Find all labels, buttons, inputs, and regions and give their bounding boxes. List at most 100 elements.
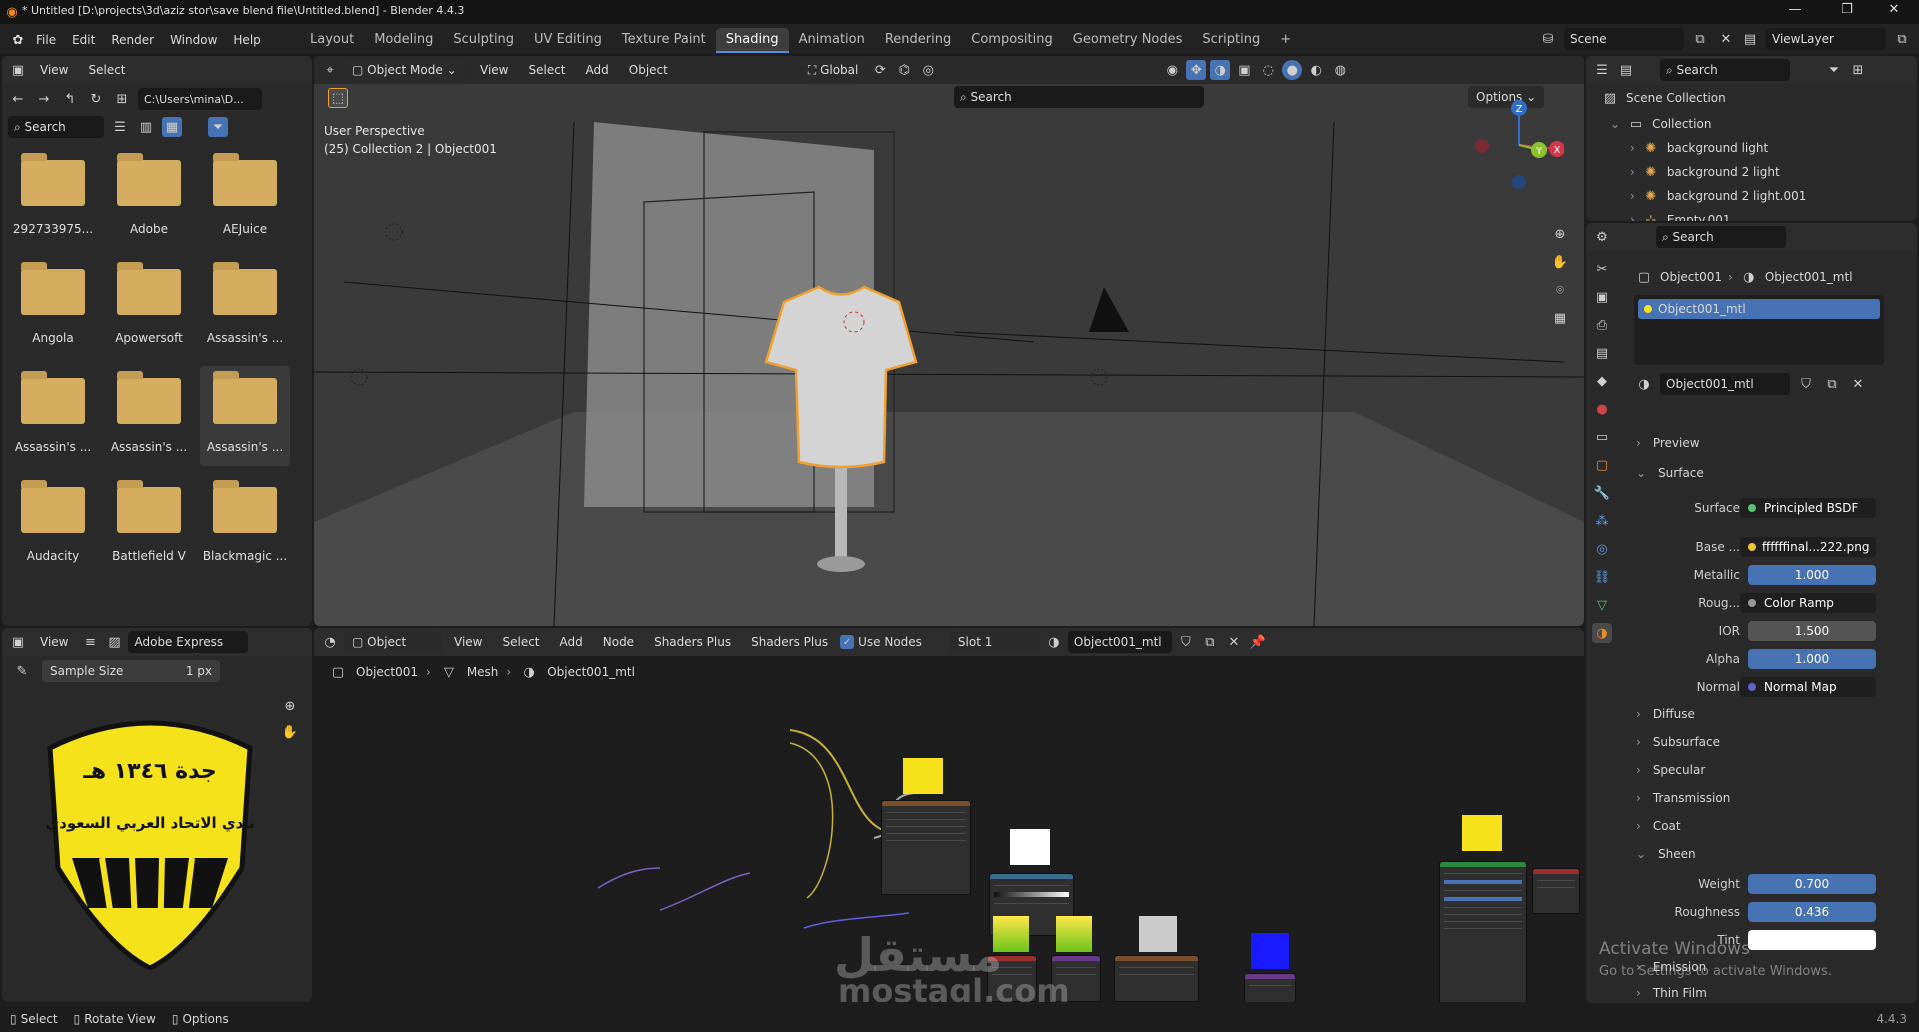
outliner-row-light[interactable]: ›✺background 2 light◉	[1586, 160, 1917, 184]
editor-type-icon[interactable]: ⌖	[320, 60, 340, 80]
scene-tab-icon[interactable]: ◆	[1592, 371, 1612, 391]
new-view-layer-icon[interactable]: ⧉	[1892, 29, 1912, 49]
world-tab-icon[interactable]: ●	[1592, 399, 1612, 419]
image-editor-view-menu[interactable]: View	[32, 635, 76, 649]
sheen-roughness-slider[interactable]: 0.436	[1748, 902, 1876, 922]
editor-type-icon[interactable]: ☰	[1592, 60, 1612, 80]
gizmo-neg-z[interactable]	[1512, 175, 1526, 189]
normal-image-texture-node[interactable]	[1114, 955, 1199, 1002]
outliner-row-scene[interactable]: ▨ Scene Collection	[1586, 84, 1917, 112]
menu-render[interactable]: Render	[103, 33, 162, 47]
unlink-icon[interactable]: ✕	[1848, 374, 1868, 394]
editor-type-icon[interactable]: ▣	[8, 60, 28, 80]
section-surface[interactable]: Surface	[1636, 466, 1704, 480]
tab-modeling[interactable]: Modeling	[364, 28, 443, 53]
list-view-icon[interactable]: ☰	[110, 117, 130, 137]
outliner-row-empty[interactable]: ›⊹Empty.001◉	[1586, 208, 1917, 222]
material-field[interactable]: Object001_mtl	[1660, 373, 1790, 395]
visibility-icon[interactable]: ◉	[1162, 60, 1182, 80]
section-diffuse[interactable]: Diffuse	[1636, 707, 1695, 721]
viewport-select-menu[interactable]: Select	[520, 63, 573, 77]
normal-map-node[interactable]	[1244, 973, 1296, 1002]
back-arrow-icon[interactable]: ←	[8, 89, 28, 109]
proportional-edit-icon[interactable]: ◎	[918, 60, 938, 80]
section-transmission[interactable]: Transmission	[1636, 791, 1731, 805]
overlay-toggle-icon[interactable]: ◑	[1210, 60, 1231, 80]
section-specular[interactable]: Specular	[1636, 763, 1705, 777]
material-output-node[interactable]	[1532, 868, 1580, 914]
display-mode-icon[interactable]: ▤	[1616, 60, 1636, 80]
fake-user-icon[interactable]: ⛉	[1796, 374, 1816, 394]
parent-dir-icon[interactable]: ↰	[60, 89, 80, 109]
thumbnail-view-icon[interactable]: ▦	[162, 117, 182, 137]
output-tab-icon[interactable]: ⎙	[1592, 315, 1612, 335]
data-tab-icon[interactable]: ▽	[1592, 595, 1612, 615]
surface-shader-field[interactable]: Principled BSDF	[1740, 498, 1876, 518]
viewport-view-menu[interactable]: View	[472, 63, 516, 77]
menu-edit[interactable]: Edit	[64, 33, 103, 47]
file-search-input[interactable]: ⌕ Search	[8, 116, 104, 138]
principled-bsdf-node[interactable]	[1439, 861, 1527, 1002]
forward-arrow-icon[interactable]: →	[34, 89, 54, 109]
menu-file[interactable]: File	[28, 33, 64, 47]
rendered-shading-icon[interactable]: ◍	[1330, 60, 1350, 80]
section-sheen[interactable]: Sheen	[1636, 847, 1696, 861]
folder-item[interactable]: Assassin's ...	[8, 366, 98, 466]
zoom-icon[interactable]: ⊕	[280, 696, 300, 716]
folder-item[interactable]: Adobe	[104, 148, 194, 248]
folder-item[interactable]: 292733975...	[8, 148, 98, 248]
pan-hand-icon[interactable]: ✋	[1550, 252, 1570, 272]
menu-help[interactable]: Help	[225, 33, 268, 47]
image-browse-icon[interactable]: ▨	[104, 632, 124, 652]
outliner-search-input[interactable]: ⌕ Search	[1660, 59, 1790, 81]
image-texture-node[interactable]	[881, 800, 971, 895]
folder-item[interactable]: Audacity	[8, 475, 98, 575]
folder-item-selected[interactable]: Assassin's ...	[200, 366, 290, 466]
pivot-icon[interactable]: ⟳	[870, 60, 890, 80]
path-field[interactable]: C:\Users\mina\D...	[138, 88, 262, 110]
tool-tab-icon[interactable]: ✂	[1592, 259, 1612, 279]
base-color-field[interactable]: ffffffinal...222.png	[1740, 537, 1876, 557]
tab-shading[interactable]: Shading	[715, 28, 789, 53]
render-tab-icon[interactable]: ▣	[1592, 287, 1612, 307]
menu-icon[interactable]: ≡	[80, 632, 100, 652]
scene-icon[interactable]: ⛁	[1538, 29, 1558, 49]
gizmo-neg-x[interactable]	[1475, 139, 1489, 153]
camera-view-icon[interactable]: ⌾	[1550, 280, 1570, 300]
menu-window[interactable]: Window	[162, 33, 225, 47]
physics-tab-icon[interactable]: ◎	[1592, 539, 1612, 559]
particles-tab-icon[interactable]: ⁂	[1592, 511, 1612, 531]
zoom-icon[interactable]: ⊕	[1550, 224, 1570, 244]
wireframe-shading-icon[interactable]: ◌	[1258, 60, 1278, 80]
grid-view-icon[interactable]: ▦	[1550, 308, 1570, 328]
folder-item[interactable]: Angola	[8, 257, 98, 357]
properties-search-input[interactable]: ⌕ Search	[1656, 226, 1786, 248]
editor-type-icon[interactable]: ⚙	[1592, 227, 1612, 247]
mode-dropdown[interactable]: ▢ Object Mode ⌄	[344, 59, 468, 81]
material-slot-item[interactable]: Object001_mtl	[1638, 299, 1880, 319]
viewport-object-menu[interactable]: Object	[621, 63, 676, 77]
refresh-icon[interactable]: ↻	[86, 89, 106, 109]
tab-geometry-nodes[interactable]: Geometry Nodes	[1063, 28, 1193, 53]
solid-shading-icon[interactable]: ●	[1282, 60, 1303, 80]
section-preview[interactable]: Preview	[1636, 436, 1700, 450]
tab-scripting[interactable]: Scripting	[1192, 28, 1270, 53]
normal-field[interactable]: Normal Map	[1740, 677, 1876, 697]
folder-item[interactable]: Assassin's ...	[104, 366, 194, 466]
pan-hand-icon[interactable]: ✋	[280, 722, 300, 742]
filter-icon[interactable]: ⏷	[1824, 60, 1844, 80]
sample-size-field[interactable]: Sample Size 1 px	[42, 660, 220, 682]
outliner-row-collection[interactable]: ⌄▭Collection ☑◉▣	[1586, 112, 1917, 136]
material-shading-icon[interactable]: ◐	[1306, 60, 1326, 80]
navigation-gizmo[interactable]: Z X Y	[1474, 100, 1564, 190]
viewport-search-input[interactable]: ⌕ Search	[954, 86, 1204, 108]
material-tab-icon[interactable]: ◑	[1592, 623, 1612, 643]
scene-field[interactable]: Scene	[1564, 28, 1684, 50]
folder-item[interactable]: Apowersoft	[104, 257, 194, 357]
close-button[interactable]: ✕	[1874, 2, 1914, 17]
select-box-tool-icon[interactable]: ⬚	[328, 88, 348, 108]
detail-view-icon[interactable]: ▥	[136, 117, 156, 137]
view-layer-tab-icon[interactable]: ▤	[1592, 343, 1612, 363]
tab-animation[interactable]: Animation	[789, 28, 875, 53]
new-scene-icon[interactable]: ⧉	[1690, 29, 1710, 49]
